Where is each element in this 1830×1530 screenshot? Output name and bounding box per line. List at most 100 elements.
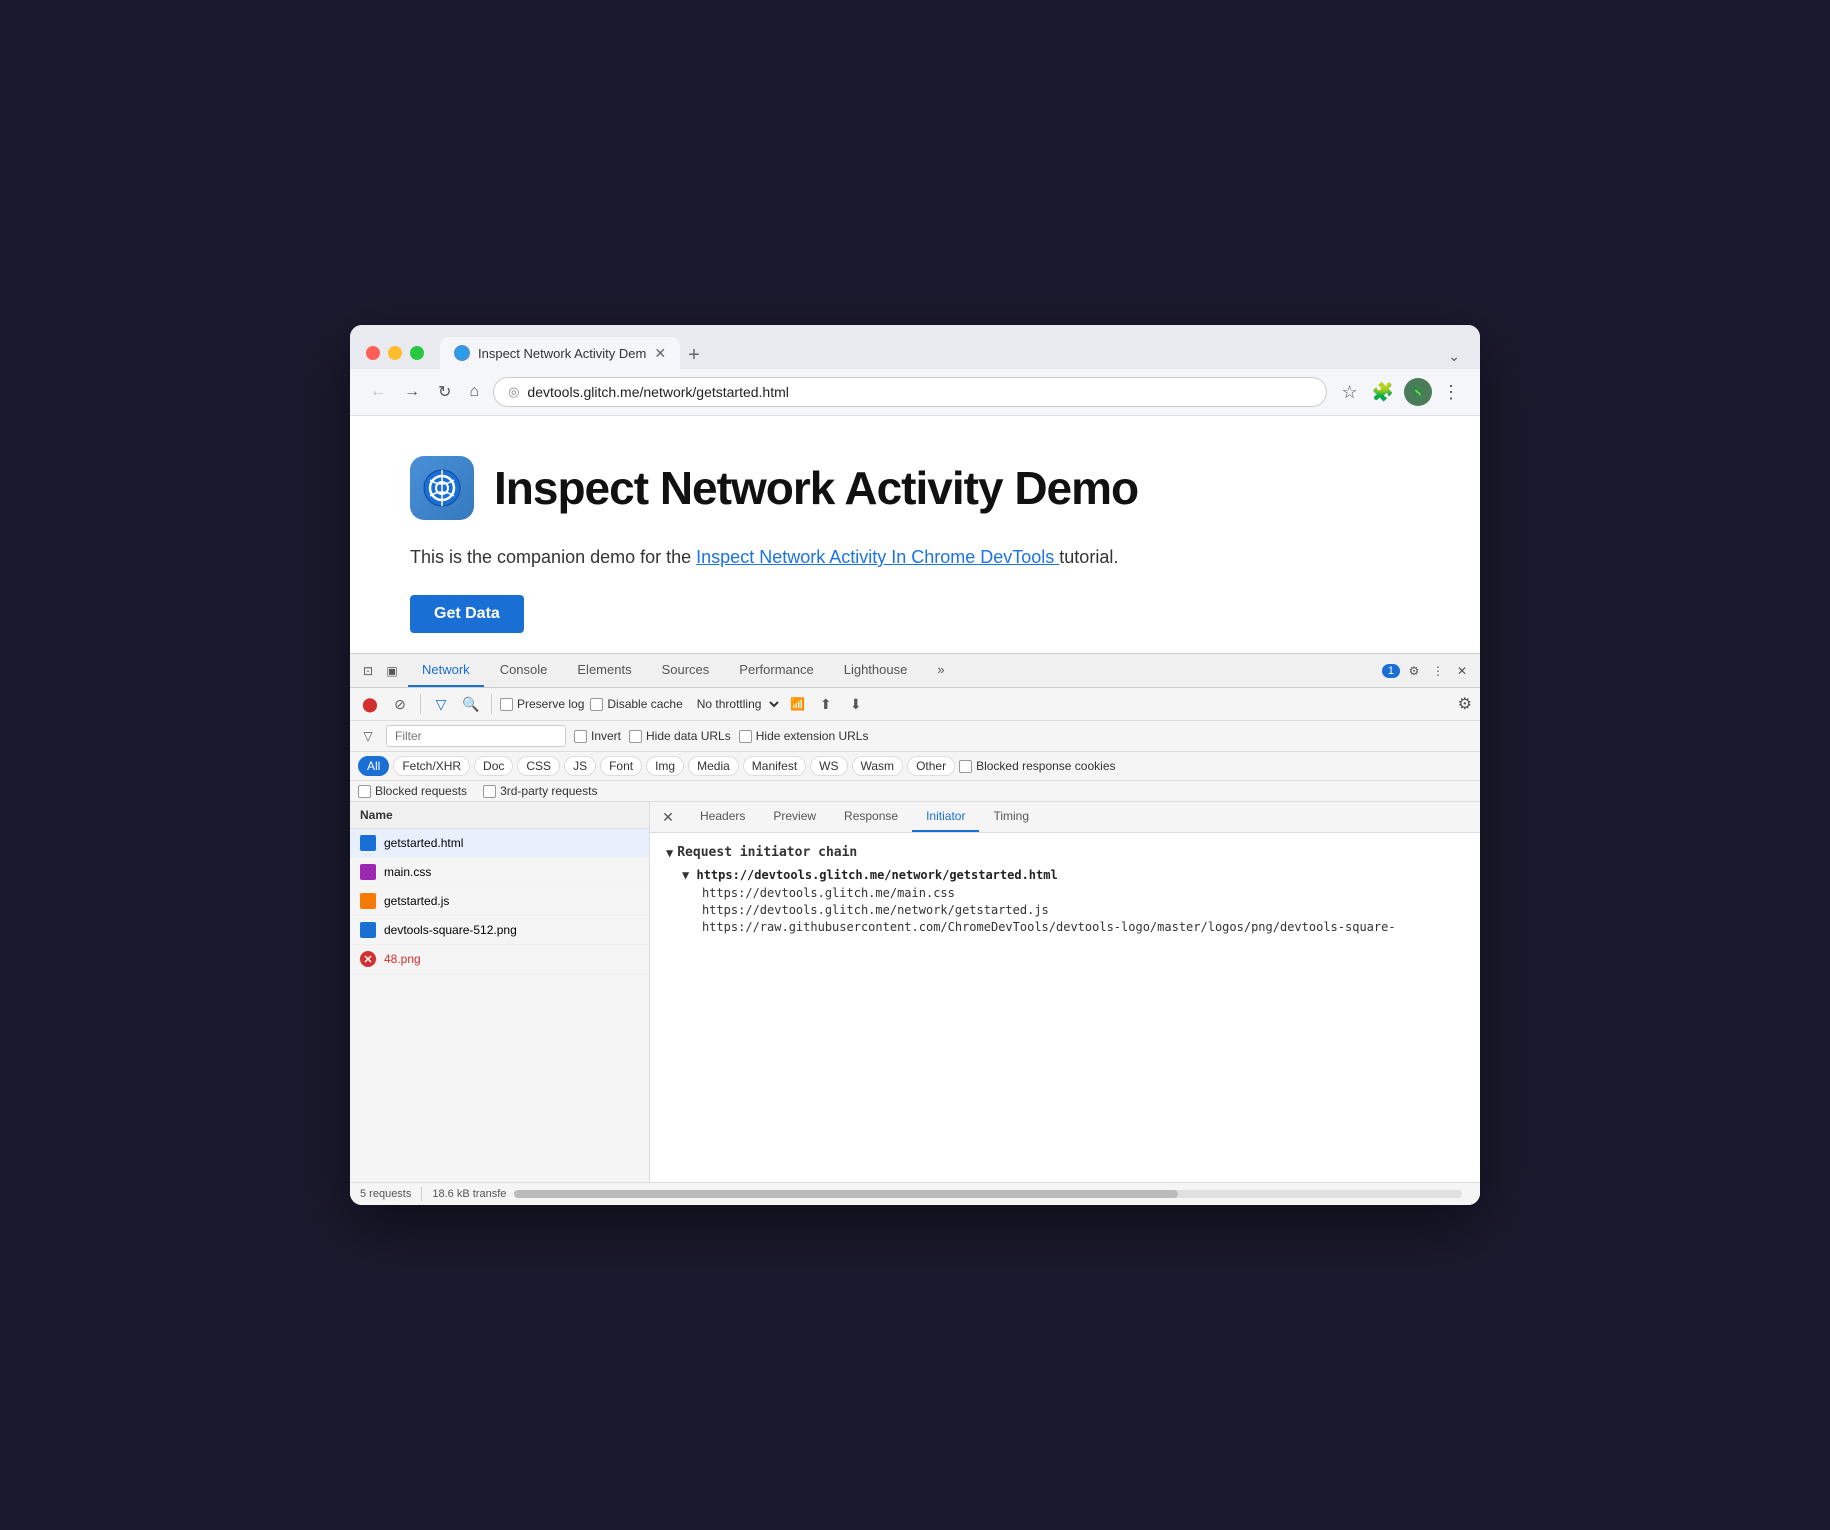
- tab-headers[interactable]: Headers: [686, 802, 759, 832]
- hide-data-urls-label[interactable]: Hide data URLs: [629, 729, 731, 743]
- tab-lighthouse[interactable]: Lighthouse: [830, 654, 922, 687]
- pill-other[interactable]: Other: [907, 756, 955, 776]
- page-subtitle: This is the companion demo for the Inspe…: [410, 544, 1420, 571]
- toolbar-separator-1: [420, 694, 421, 714]
- preserve-log-label[interactable]: Preserve log: [500, 697, 584, 711]
- file-name: devtools-square-512.png: [384, 923, 517, 937]
- new-tab-button[interactable]: +: [680, 341, 708, 369]
- bookmark-button[interactable]: ☆: [1337, 378, 1361, 407]
- devtools-right-icons: 1 ⚙ ⋮ ✕: [1382, 661, 1472, 681]
- file-item-main-css[interactable]: main.css: [350, 858, 649, 887]
- active-tab[interactable]: 🌐 Inspect Network Activity Dem ✕: [440, 337, 680, 369]
- hide-ext-urls-label[interactable]: Hide extension URLs: [739, 729, 869, 743]
- scrollbar-track[interactable]: [514, 1190, 1462, 1198]
- device-icon[interactable]: ▣: [382, 661, 402, 681]
- page-content: Inspect Network Activity Demo This is th…: [350, 416, 1480, 653]
- disable-cache-checkbox[interactable]: [590, 698, 603, 711]
- tab-more[interactable]: »: [923, 654, 958, 687]
- third-party-checkbox[interactable]: [483, 785, 496, 798]
- tab-preview[interactable]: Preview: [759, 802, 830, 832]
- file-list-header: Name: [350, 802, 649, 829]
- menu-button[interactable]: ⋮: [1438, 378, 1464, 407]
- css-file-icon: [360, 864, 376, 880]
- filter-input[interactable]: [386, 725, 566, 747]
- pill-fetch-xhr[interactable]: Fetch/XHR: [393, 756, 470, 776]
- blocked-requests-label[interactable]: Blocked requests: [358, 784, 467, 798]
- tab-elements[interactable]: Elements: [563, 654, 645, 687]
- tab-console[interactable]: Console: [486, 654, 562, 687]
- get-data-button[interactable]: Get Data: [410, 595, 524, 633]
- pill-font[interactable]: Font: [600, 756, 642, 776]
- file-item-48-png[interactable]: ✕ 48.png: [350, 945, 649, 974]
- scrollbar-thumb[interactable]: [514, 1190, 1177, 1198]
- pill-css[interactable]: CSS: [517, 756, 560, 776]
- tab-network[interactable]: Network: [408, 654, 484, 687]
- file-item-getstarted-js[interactable]: getstarted.js: [350, 887, 649, 916]
- pill-manifest[interactable]: Manifest: [743, 756, 806, 776]
- file-item-getstarted-html[interactable]: getstarted.html: [350, 829, 649, 858]
- chain-sub-url-1: https://devtools.glitch.me/main.css: [702, 886, 1464, 900]
- tab-initiator[interactable]: Initiator: [912, 802, 979, 832]
- search-button[interactable]: 🔍: [459, 692, 483, 716]
- devtools-settings-icon[interactable]: ⚙: [1404, 661, 1424, 681]
- invert-label[interactable]: Invert: [574, 729, 621, 743]
- tutorial-link[interactable]: Inspect Network Activity In Chrome DevTo…: [696, 547, 1059, 567]
- clear-button[interactable]: ⊘: [388, 692, 412, 716]
- pill-doc[interactable]: Doc: [474, 756, 513, 776]
- hide-data-urls-checkbox[interactable]: [629, 730, 642, 743]
- filter-bar: ▽ Invert Hide data URLs Hide extension U…: [350, 721, 1480, 752]
- throttle-select[interactable]: No throttling: [689, 694, 782, 714]
- forward-button[interactable]: →: [400, 379, 424, 405]
- home-button[interactable]: ⌂: [465, 379, 483, 405]
- pill-ws[interactable]: WS: [810, 756, 847, 776]
- file-name: main.css: [384, 865, 431, 879]
- filter-icon-button[interactable]: ▽: [429, 692, 453, 716]
- pill-img[interactable]: Img: [646, 756, 684, 776]
- tab-close-button[interactable]: ✕: [654, 346, 666, 360]
- request-chain-title: ▼ Request initiator chain: [666, 845, 1464, 860]
- devtools-close-icon[interactable]: ✕: [1452, 661, 1472, 681]
- preserve-log-checkbox[interactable]: [500, 698, 513, 711]
- profile-avatar[interactable]: 🦎: [1404, 378, 1432, 406]
- toolbar-separator-2: [491, 694, 492, 714]
- reload-button[interactable]: ↻: [434, 378, 455, 406]
- pill-wasm[interactable]: Wasm: [852, 756, 904, 776]
- inspect-icon[interactable]: ⊡: [358, 661, 378, 681]
- blocked-requests-checkbox[interactable]: [358, 785, 371, 798]
- tab-dropdown-button[interactable]: ⌄: [1444, 344, 1464, 369]
- export-button[interactable]: ⬇: [844, 692, 868, 716]
- blocked-cookies-label[interactable]: Blocked response cookies: [959, 759, 1115, 773]
- third-party-label[interactable]: 3rd-party requests: [483, 784, 597, 798]
- back-button[interactable]: ←: [366, 379, 390, 405]
- import-button[interactable]: ⬆: [814, 692, 838, 716]
- close-traffic-light[interactable]: [366, 346, 380, 360]
- chain-main-url: ▼ https://devtools.glitch.me/network/get…: [682, 868, 1464, 882]
- extension-button[interactable]: 🧩: [1368, 378, 1398, 407]
- invert-checkbox[interactable]: [574, 730, 587, 743]
- file-item-devtools-png[interactable]: devtools-square-512.png: [350, 916, 649, 945]
- disable-cache-label[interactable]: Disable cache: [590, 697, 682, 711]
- tab-sources[interactable]: Sources: [648, 654, 724, 687]
- tab-bar: 🌐 Inspect Network Activity Dem ✕ + ⌄: [440, 337, 1464, 369]
- page-header: Inspect Network Activity Demo: [410, 456, 1420, 520]
- file-name: 48.png: [384, 952, 421, 966]
- pill-all[interactable]: All: [358, 756, 389, 776]
- devtools-more-icon[interactable]: ⋮: [1428, 661, 1448, 681]
- hide-ext-urls-checkbox[interactable]: [739, 730, 752, 743]
- close-panel-button[interactable]: ✕: [658, 807, 678, 827]
- network-settings-icon[interactable]: ⚙: [1458, 694, 1472, 714]
- file-name: getstarted.html: [384, 836, 463, 850]
- minimize-traffic-light[interactable]: [388, 346, 402, 360]
- maximize-traffic-light[interactable]: [410, 346, 424, 360]
- tab-performance[interactable]: Performance: [725, 654, 827, 687]
- blocked-cookies-checkbox[interactable]: [959, 760, 972, 773]
- security-icon: ◎: [508, 384, 519, 400]
- address-bar[interactable]: ◎ devtools.glitch.me/network/getstarted.…: [493, 377, 1327, 407]
- tab-timing[interactable]: Timing: [979, 802, 1043, 832]
- record-stop-button[interactable]: ⬤: [358, 692, 382, 716]
- pill-media[interactable]: Media: [688, 756, 739, 776]
- pill-js[interactable]: JS: [564, 756, 596, 776]
- request-count: 5 requests: [360, 1188, 411, 1200]
- tab-response[interactable]: Response: [830, 802, 912, 832]
- wifi-icon: 📶: [788, 694, 808, 714]
